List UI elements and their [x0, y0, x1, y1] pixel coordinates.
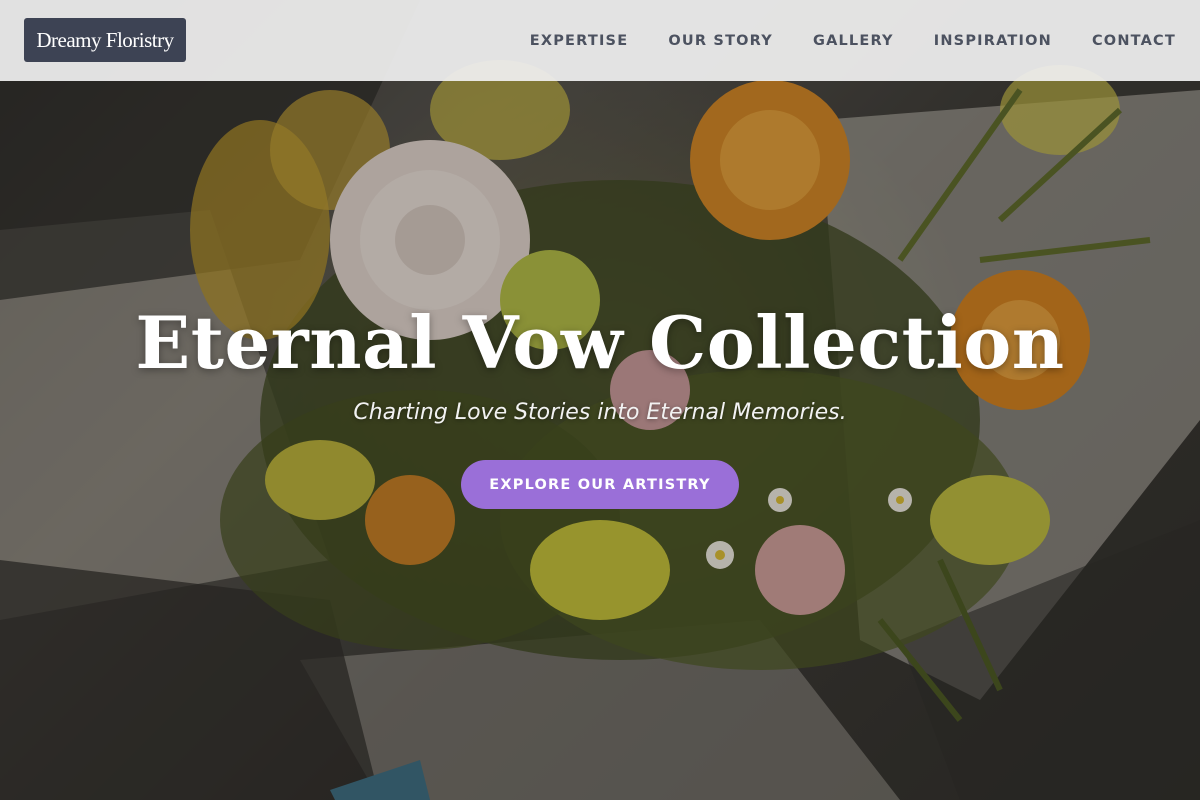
hero-tagline: Charting Love Stories into Eternal Memor… — [353, 400, 847, 425]
explore-artistry-button[interactable]: EXPLORE OUR ARTISTRY — [461, 460, 739, 509]
hero-title: Eternal Vow Collection — [135, 300, 1065, 385]
nav-our-story[interactable]: OUR STORY — [668, 33, 773, 49]
nav-expertise[interactable]: EXPERTISE — [530, 33, 629, 49]
nav-contact[interactable]: CONTACT — [1092, 33, 1176, 49]
nav-gallery[interactable]: GALLERY — [813, 33, 894, 49]
main-nav: EXPERTISE OUR STORY GALLERY INSPIRATION … — [530, 0, 1176, 81]
brand-logo[interactable]: Dreamy Floristry — [24, 18, 186, 62]
top-navigation-bar: Dreamy Floristry EXPERTISE OUR STORY GAL… — [0, 0, 1200, 81]
nav-inspiration[interactable]: INSPIRATION — [934, 33, 1052, 49]
